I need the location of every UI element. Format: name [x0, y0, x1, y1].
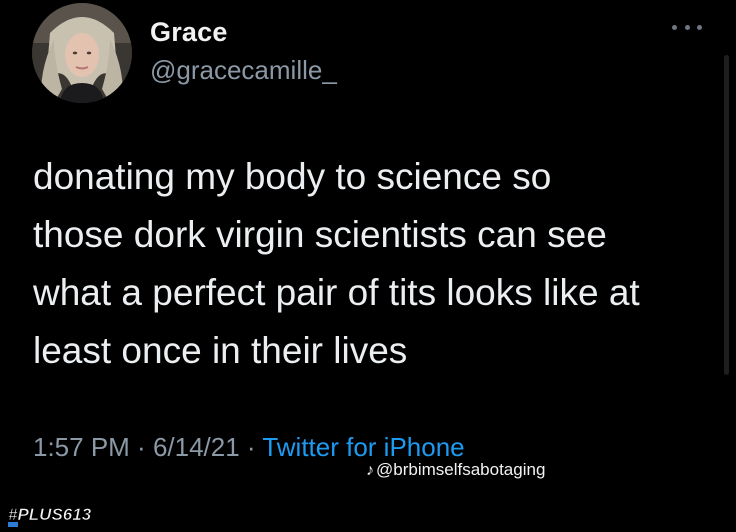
- scrollbar[interactable]: [724, 55, 729, 375]
- separator: ·: [239, 432, 263, 462]
- plus613-logo: #PLUS613: [8, 505, 92, 527]
- tweet-text-line: those dork virgin scientists can see: [33, 214, 607, 255]
- tweet-text: donating my body to science so those dor…: [33, 148, 723, 380]
- dot: [684, 24, 690, 30]
- dot: [672, 24, 677, 30]
- tiktok-icon: ♪: [366, 462, 374, 479]
- dot: [697, 24, 702, 30]
- separator: ·: [129, 432, 153, 462]
- tweet-time[interactable]: 1:57 PM: [33, 432, 130, 462]
- avatar[interactable]: [32, 3, 132, 103]
- watermark-text: @brbimselfsabotaging: [376, 460, 546, 479]
- tweet-text-line: donating my body to science so: [33, 156, 552, 197]
- tweet-metadata: 1:57 PM · 6/14/21 · Twitter for iPhone: [33, 432, 465, 463]
- tweet-text-line: least once in their lives: [33, 330, 408, 371]
- svg-text:#PLUS613: #PLUS613: [8, 505, 92, 524]
- tweet-date[interactable]: 6/14/21: [153, 432, 240, 462]
- tweet-text-line: what a perfect pair of tits looks like a…: [33, 272, 640, 313]
- tweet-source-link[interactable]: Twitter for iPhone: [262, 432, 464, 462]
- more-horizontal-icon[interactable]: [672, 20, 702, 34]
- tiktok-watermark: ♪ @brbimselfsabotaging: [366, 460, 545, 480]
- avatar-image: [32, 3, 132, 103]
- tweet-card: Grace @gracecamille_ donating my body to…: [0, 0, 736, 532]
- author-handle[interactable]: @gracecamille_: [150, 55, 337, 86]
- author-display-name[interactable]: Grace: [150, 17, 228, 48]
